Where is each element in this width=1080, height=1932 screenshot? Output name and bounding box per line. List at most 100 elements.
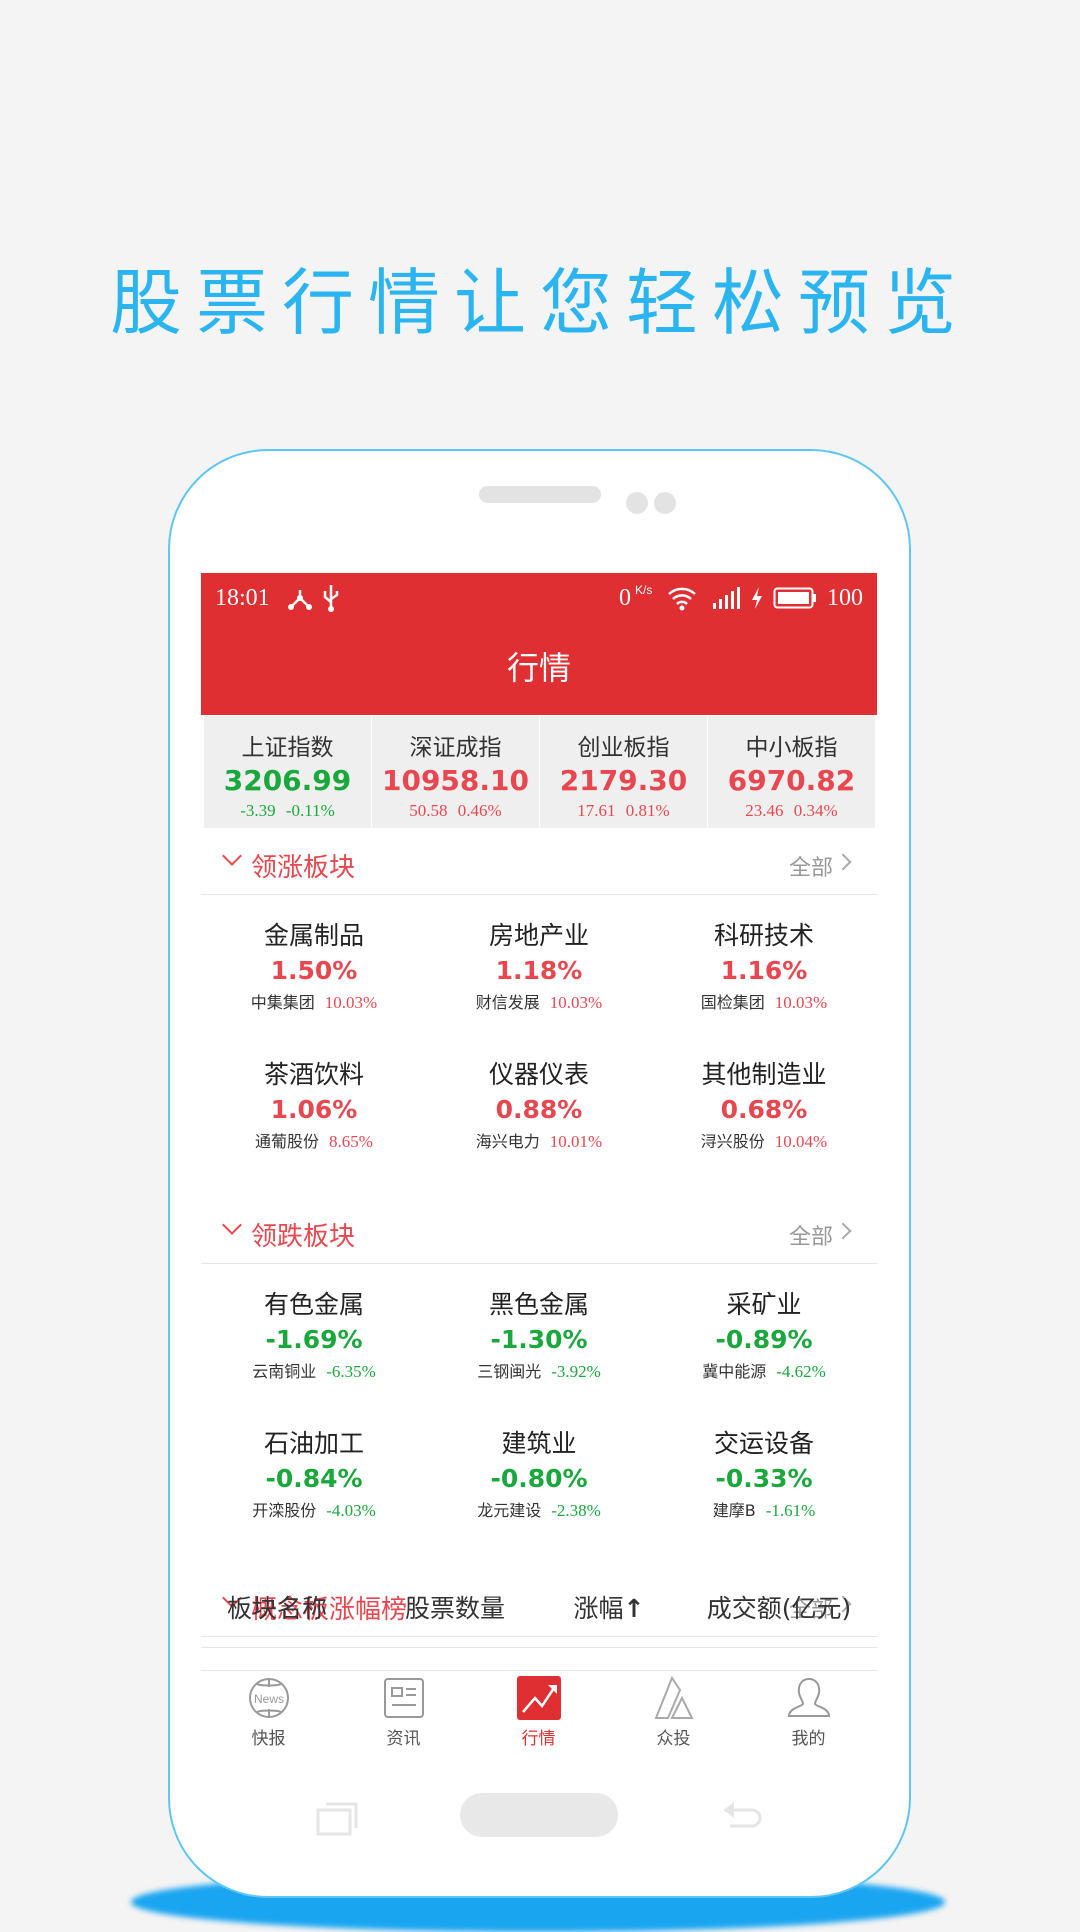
sector-item[interactable]: 仪器仪表 0.88% 海兴电力 10.01% xyxy=(426,1055,652,1152)
chevron-down-icon[interactable] xyxy=(222,1215,242,1235)
sector-name: 有色金属 xyxy=(263,1290,364,1319)
promo-headline: 股票行情让您轻松预览 xyxy=(109,261,970,345)
sector-name: 科研技术 xyxy=(713,921,814,950)
phone-camera xyxy=(654,492,676,514)
leading-stock: 建摩B xyxy=(712,1501,756,1520)
leading-stock: 云南铜业 xyxy=(252,1362,317,1381)
sector-item[interactable]: 房地产业 1.18% 财信发展 10.03% xyxy=(426,916,652,1013)
leading-stock-pct: -2.38% xyxy=(551,1501,601,1520)
sector-name: 交运设备 xyxy=(713,1429,814,1458)
leading-stock-pct: 10.01% xyxy=(549,1132,603,1151)
tab-1[interactable]: 资讯 xyxy=(336,1676,471,1749)
sector-pct: -0.84% xyxy=(265,1464,363,1493)
tab-0[interactable]: News 快报 xyxy=(201,1676,336,1749)
user-icon xyxy=(741,1676,876,1720)
sector-pct: 0.88% xyxy=(495,1095,583,1124)
index-change: 50.58 xyxy=(409,801,448,820)
sector-name: 黑色金属 xyxy=(488,1290,589,1319)
leading-stock-pct: 10.03% xyxy=(549,993,603,1012)
index-pct: 0.34% xyxy=(793,801,838,820)
arrow-up-icon: ↑ xyxy=(623,1594,645,1623)
index-name: 中小板指 xyxy=(745,735,838,761)
signal-icon xyxy=(713,587,740,609)
leading-stock-pct: -1.61% xyxy=(765,1501,816,1520)
sector-pct: -1.69% xyxy=(265,1325,363,1354)
leading-stock: 龙元建设 xyxy=(477,1501,542,1520)
index-name: 创业板指 xyxy=(577,735,670,761)
leading-stock-pct: 10.03% xyxy=(774,993,828,1012)
leading-stock: 冀中能源 xyxy=(702,1362,767,1381)
sector-pct: -1.30% xyxy=(490,1325,588,1354)
sector-item[interactable]: 建筑业 -0.80% 龙元建设 -2.38% xyxy=(426,1424,652,1521)
sector-name: 房地产业 xyxy=(488,921,589,950)
usb-icon xyxy=(323,585,339,612)
back-icon[interactable] xyxy=(720,1800,764,1836)
home-button[interactable] xyxy=(460,1793,618,1837)
trend-chart-icon xyxy=(471,1676,606,1720)
section-header: 领涨板块 全部 xyxy=(201,833,877,895)
wifi-icon xyxy=(668,587,696,611)
phone-speaker xyxy=(479,486,601,503)
leading-stock-pct: -6.35% xyxy=(326,1362,376,1381)
share-icon xyxy=(288,590,312,610)
section-header: 领跌板块 全部 xyxy=(201,1202,877,1264)
index-pct: 0.81% xyxy=(625,801,670,820)
index-value: 10958.10 xyxy=(381,764,529,797)
index-card[interactable]: 中小板指 6970.82 23.46 0.34% xyxy=(708,716,875,828)
sector-item[interactable]: 茶酒饮料 1.06% 通葡股份 8.65% xyxy=(201,1055,427,1152)
sector-item[interactable]: 交运设备 -0.33% 建摩B -1.61% xyxy=(651,1424,877,1521)
sector-pct: -0.89% xyxy=(715,1325,813,1354)
recent-apps-icon[interactable] xyxy=(316,1800,360,1836)
col-header-name[interactable]: 板块名称 xyxy=(227,1589,327,1625)
index-card[interactable]: 上证指数 3206.99 -3.39 -0.11% xyxy=(204,716,371,828)
battery-level: 100 xyxy=(827,585,863,611)
leading-stock: 海兴电力 xyxy=(475,1132,540,1151)
tab-label: 快报 xyxy=(251,1729,286,1749)
index-value: 3206.99 xyxy=(223,764,352,797)
col-header-turnover[interactable]: 成交额(亿元) xyxy=(707,1589,852,1625)
col-header-change[interactable]: 涨幅↑ xyxy=(574,1589,645,1625)
tab-label: 行情 xyxy=(521,1729,556,1749)
tab-label: 资讯 xyxy=(386,1729,421,1749)
sector-name: 茶酒饮料 xyxy=(263,1060,364,1089)
leading-stock: 国检集团 xyxy=(700,993,765,1012)
sector-pct: -0.33% xyxy=(715,1464,813,1493)
leading-stock: 三钢闽光 xyxy=(477,1362,542,1381)
sector-pct: 1.06% xyxy=(270,1095,358,1124)
net-speed: 0 xyxy=(619,585,631,611)
leading-stock-pct: 10.03% xyxy=(324,993,378,1012)
sector-pct: -0.80% xyxy=(490,1464,588,1493)
sector-item[interactable]: 金属制品 1.50% 中集集团 10.03% xyxy=(201,916,427,1013)
sector-item[interactable]: 黑色金属 -1.30% 三钢闽光 -3.92% xyxy=(426,1285,652,1382)
view-all-link[interactable]: 全部 xyxy=(789,1219,833,1251)
sector-item[interactable]: 科研技术 1.16% 国检集团 10.03% xyxy=(651,916,877,1013)
phone-sensor xyxy=(626,492,648,514)
tab-3[interactable]: 众投 xyxy=(606,1675,741,1749)
page-title: 行情 xyxy=(201,625,877,715)
col-header-count[interactable]: 股票数量 xyxy=(405,1589,505,1625)
leading-stock: 中集集团 xyxy=(250,993,315,1012)
leading-stock-pct: -4.03% xyxy=(326,1501,376,1520)
tab-2[interactable]: 行情 xyxy=(471,1676,606,1749)
view-all-link[interactable]: 全部 xyxy=(789,850,833,882)
section-title: 领跌板块 xyxy=(251,1222,356,1252)
chevron-down-icon[interactable] xyxy=(222,846,242,866)
sector-item[interactable]: 石油加工 -0.84% 开滦股份 -4.03% xyxy=(201,1424,427,1521)
leading-stock: 通葡股份 xyxy=(255,1132,320,1151)
app-screen: 18:01 0 K/s 100 行情 上证指数 3206.99 -3.39 -0… xyxy=(201,573,877,1794)
sector-pct: 1.50% xyxy=(270,956,358,985)
index-change: -3.39 xyxy=(240,801,276,820)
tab-label: 我的 xyxy=(791,1729,826,1749)
chevron-right-icon[interactable] xyxy=(834,1222,852,1240)
leading-stock: 浔兴股份 xyxy=(700,1132,765,1151)
sector-item[interactable]: 有色金属 -1.69% 云南铜业 -6.35% xyxy=(201,1285,427,1382)
tab-4[interactable]: 我的 xyxy=(741,1676,876,1749)
sector-item[interactable]: 采矿业 -0.89% 冀中能源 -4.62% xyxy=(651,1285,877,1382)
index-card[interactable]: 深证成指 10958.10 50.58 0.46% xyxy=(372,716,539,828)
chevron-right-icon[interactable] xyxy=(834,853,852,871)
index-card[interactable]: 创业板指 2179.30 17.61 0.81% xyxy=(540,716,707,828)
leading-stock-pct: -3.92% xyxy=(551,1362,601,1381)
sector-item[interactable]: 其他制造业 0.68% 浔兴股份 10.04% xyxy=(651,1055,877,1152)
newspaper-icon xyxy=(336,1676,471,1720)
index-pct: 0.46% xyxy=(457,801,502,820)
